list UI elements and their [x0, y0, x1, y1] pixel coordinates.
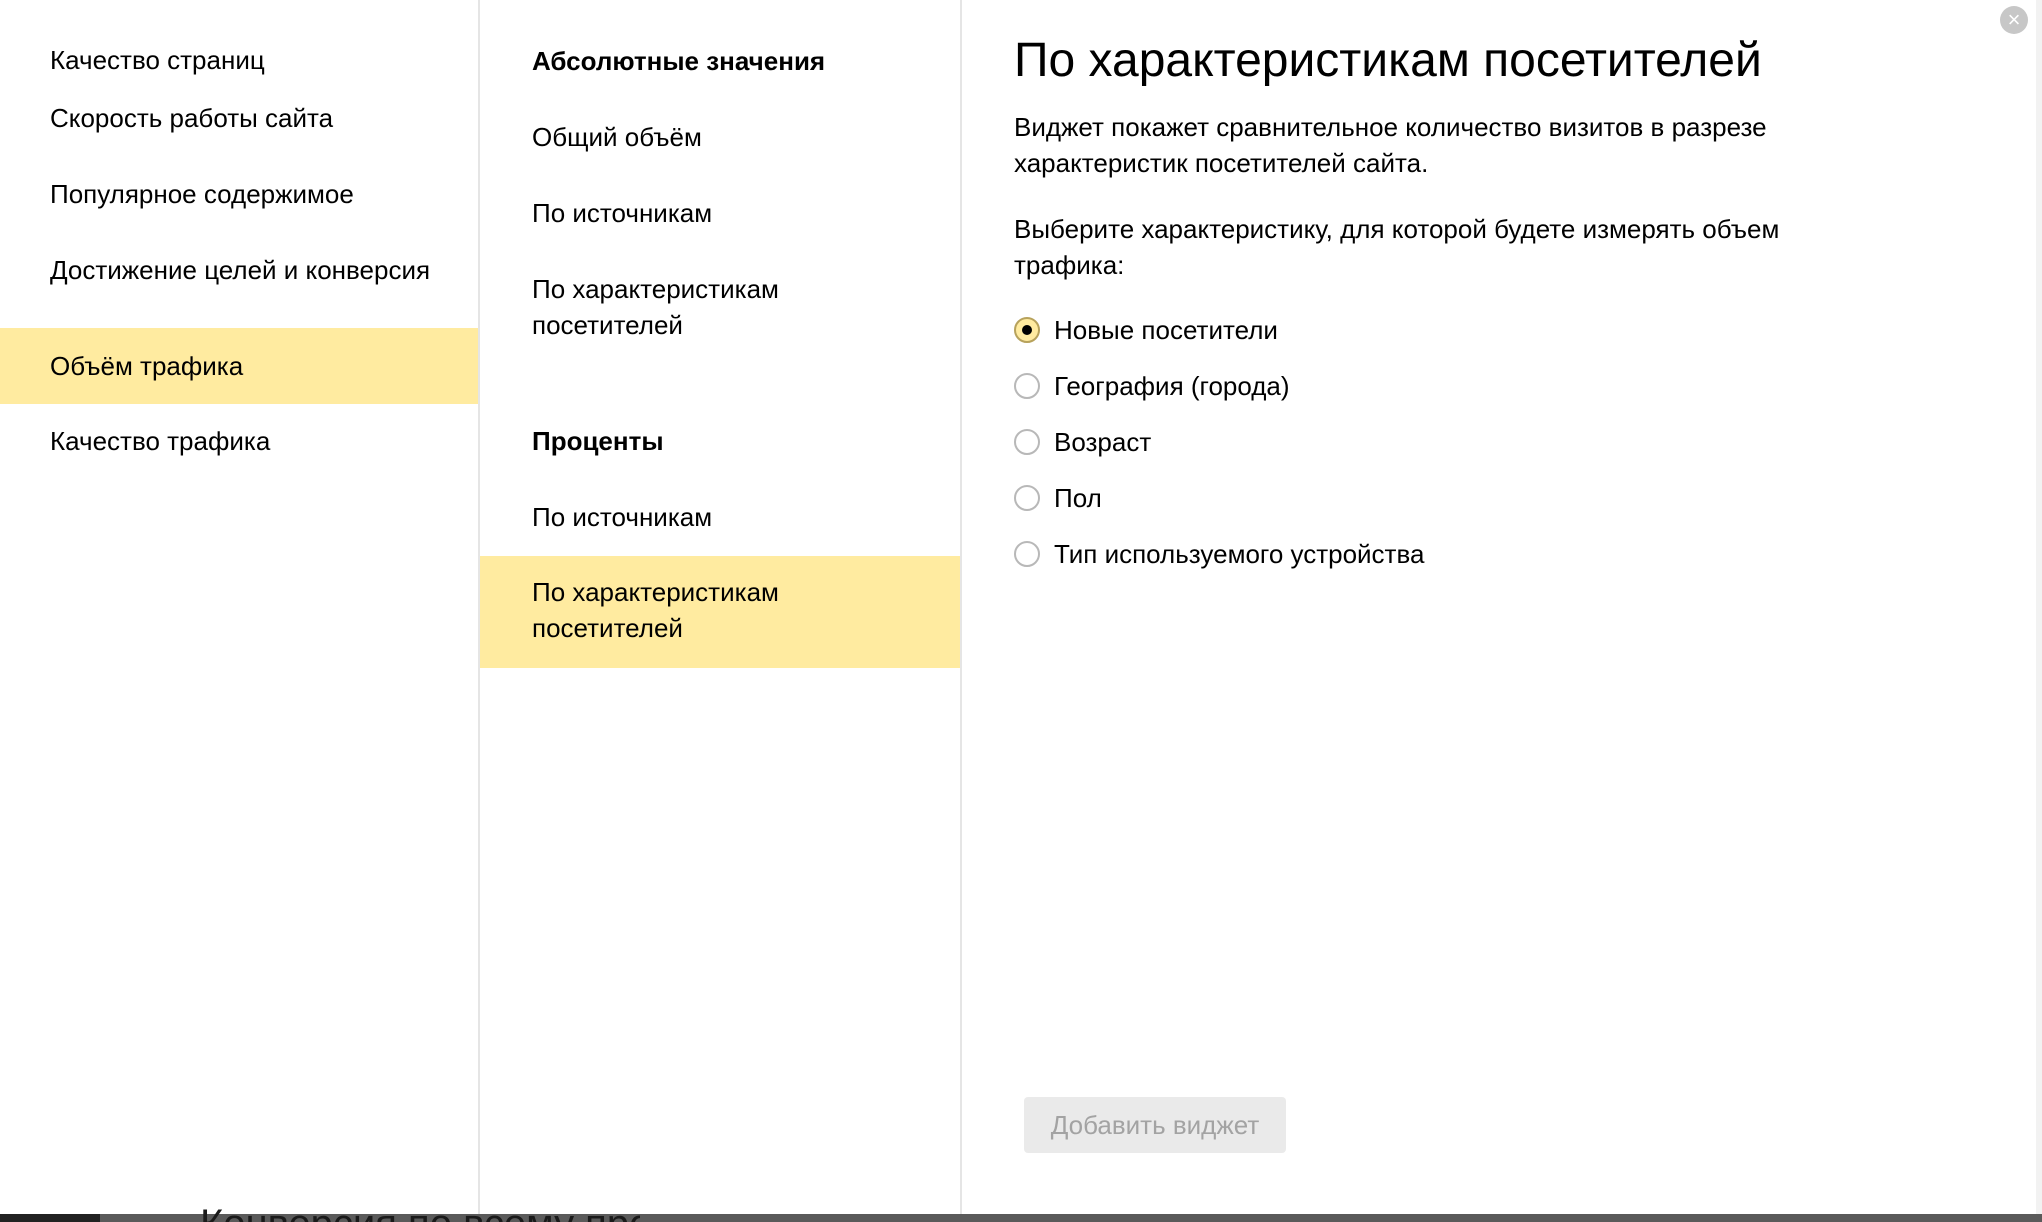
category-item-traffic-volume[interactable]: Объём трафика [0, 328, 478, 404]
close-icon[interactable]: × [2000, 6, 2028, 34]
option-label: Возраст [1054, 427, 1152, 457]
section-heading-percent: Проценты [532, 426, 664, 456]
page-title: По характеристикам посетителей [1014, 34, 1762, 87]
add-widget-button[interactable]: Добавить виджет [1024, 1097, 1286, 1153]
widget-item-by-visitor-traits-percent[interactable]: По характеристикам посетителей [480, 556, 960, 668]
category-item-goals-conversion[interactable]: Достижение целей и конверсия [0, 240, 478, 300]
background-dark-block [0, 1214, 100, 1222]
category-item-page-quality[interactable]: Качество страниц [0, 42, 478, 78]
option-geography-cities[interactable]: География (города) [1014, 368, 1290, 404]
category-item-traffic-quality[interactable]: Качество трафика [0, 411, 478, 471]
option-age[interactable]: Возраст [1014, 424, 1151, 460]
category-item-site-speed[interactable]: Скорость работы сайта [0, 88, 478, 148]
background-heading-text: Конверсия по всему прое [200, 1204, 640, 1222]
widget-item-by-visitor-traits-absolute[interactable]: По характеристикам посетителей [480, 271, 960, 343]
option-new-visitors[interactable]: Новые посетители [1014, 312, 1278, 348]
category-item-popular-content[interactable]: Популярное содержимое [0, 164, 478, 224]
widget-dialog: Качество страниц Скорость работы сайта П… [0, 0, 2042, 1222]
overlay-edge [2036, 0, 2042, 1214]
option-label: Тип используемого устройства [1054, 539, 1425, 569]
widget-item-by-sources-absolute[interactable]: По источникам [480, 195, 960, 231]
radio-unchecked-icon[interactable] [1014, 485, 1040, 511]
section-heading-absolute: Абсолютные значения [532, 46, 826, 76]
widget-item-by-sources-percent[interactable]: По источникам [480, 499, 960, 535]
option-label: Пол [1054, 483, 1102, 513]
option-label: География (города) [1054, 371, 1290, 401]
radio-unchecked-icon[interactable] [1014, 373, 1040, 399]
category-list: Качество страниц Скорость работы сайта П… [0, 0, 480, 1214]
widget-item-total-volume[interactable]: Общий объём [480, 119, 960, 155]
radio-unchecked-icon[interactable] [1014, 541, 1040, 567]
characteristic-prompt: Выберите характеристику, для которой буд… [1014, 214, 1780, 280]
radio-checked-icon[interactable] [1014, 317, 1040, 343]
option-gender[interactable]: Пол [1014, 480, 1102, 516]
option-label: Новые посетители [1054, 315, 1278, 345]
widget-details: По характеристикам посетителей Виджет по… [962, 0, 2042, 1214]
widget-description: Виджет покажет сравнительное количество … [1014, 112, 1767, 178]
option-device-type[interactable]: Тип используемого устройства [1014, 536, 1424, 572]
widget-type-list: Абсолютные значения Общий объём По источ… [480, 0, 962, 1214]
radio-unchecked-icon[interactable] [1014, 429, 1040, 455]
